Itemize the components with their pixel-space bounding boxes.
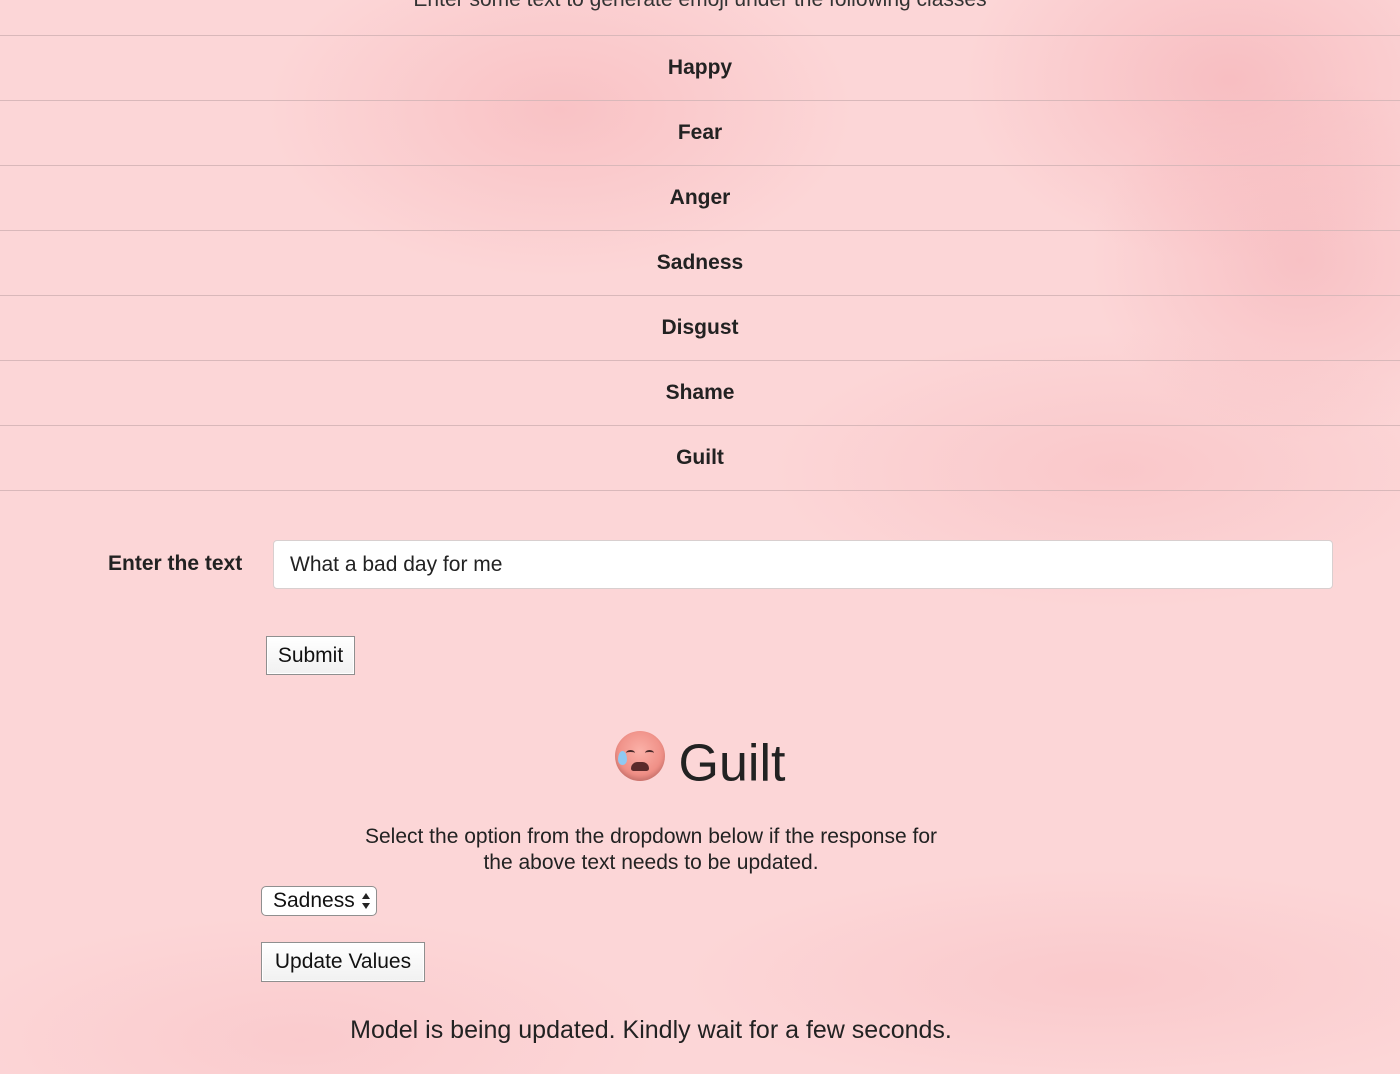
update-values-button[interactable]: Update Values — [261, 942, 425, 982]
emotion-class-list: Happy Fear Anger Sadness Disgust Shame G… — [0, 35, 1400, 491]
submit-button[interactable]: Submit — [266, 636, 355, 675]
class-item-disgust: Disgust — [0, 295, 1400, 360]
intro-text: Enter some text to generate emoji under … — [0, 0, 1400, 12]
text-input-label: Enter the text — [108, 552, 243, 575]
class-item-sadness: Sadness — [0, 230, 1400, 295]
class-item-fear: Fear — [0, 100, 1400, 165]
dropdown-arrows-icon — [362, 893, 370, 909]
class-dropdown[interactable]: Sadness — [261, 886, 377, 916]
prediction-label: Guilt — [678, 734, 786, 793]
text-input[interactable] — [273, 540, 1333, 589]
update-instruction: Select the option from the dropdown belo… — [364, 825, 937, 874]
status-message: Model is being updated. Kindly wait for … — [350, 1016, 952, 1044]
class-item-happy: Happy — [0, 35, 1400, 100]
class-item-shame: Shame — [0, 360, 1400, 425]
class-item-guilt: Guilt — [0, 425, 1400, 491]
dropdown-selected-value: Sadness — [273, 889, 355, 912]
face-with-sweat-emoji-icon — [614, 731, 665, 781]
prediction-result: Guilt — [0, 730, 1400, 793]
class-item-anger: Anger — [0, 165, 1400, 230]
